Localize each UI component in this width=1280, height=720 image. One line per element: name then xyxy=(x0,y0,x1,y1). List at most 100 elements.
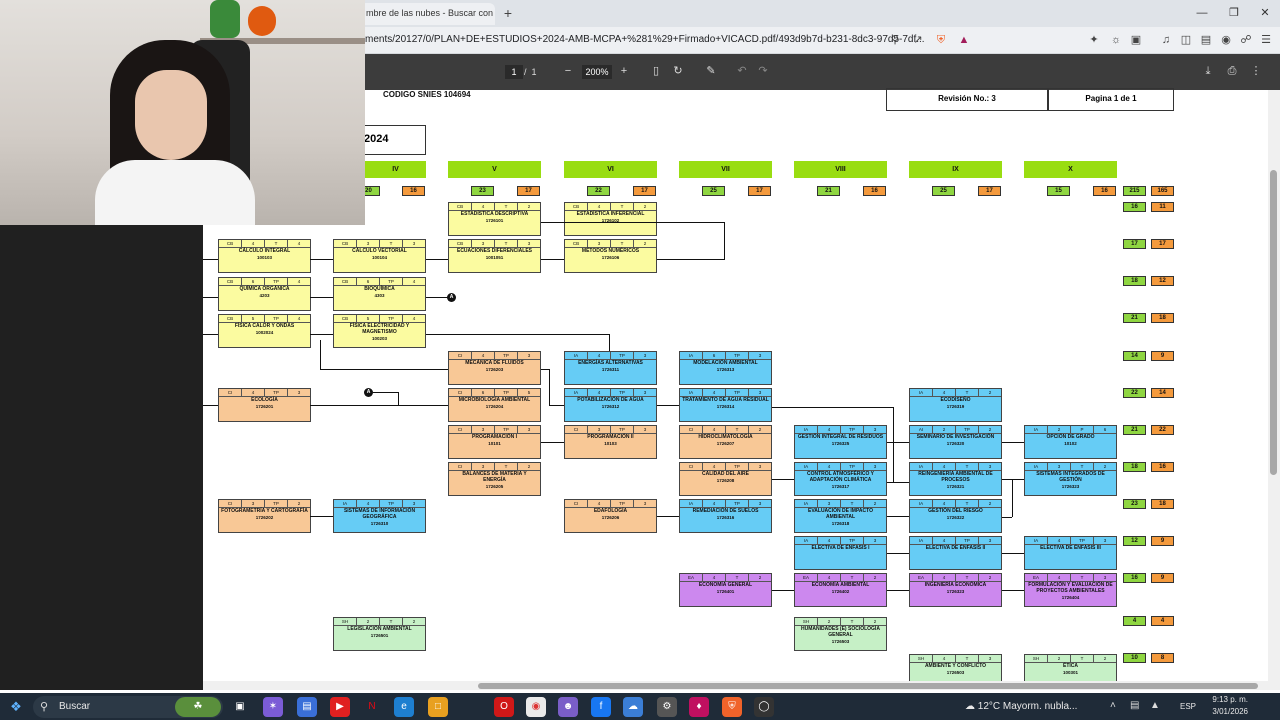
app-icon[interactable]: ⚙ xyxy=(657,697,677,717)
edge-icon[interactable]: e xyxy=(394,697,414,717)
network-icon[interactable]: ▤ xyxy=(1130,700,1139,711)
netflix-icon[interactable]: N xyxy=(362,697,382,717)
media-icon[interactable]: ♫ xyxy=(1158,32,1174,48)
course-attribute: CI xyxy=(565,500,588,507)
vpn-icon[interactable]: ◉ xyxy=(1218,32,1234,48)
course-code: 1726320 xyxy=(946,440,965,446)
app-icon[interactable]: ☁ xyxy=(623,697,643,717)
course-attribute: TP xyxy=(726,352,749,359)
sidebar-icon[interactable]: ◫ xyxy=(1178,32,1194,48)
course-box: CB 6 TP 4 QUÍMICA ORGÁNICA 4203 xyxy=(218,277,311,311)
leo-icon[interactable]: ☼ xyxy=(1108,32,1124,48)
annotate-icon[interactable]: ✎ xyxy=(703,63,719,79)
undo-icon[interactable]: ↶ xyxy=(734,63,750,79)
facebook-icon[interactable]: f xyxy=(591,697,611,717)
course-box: IA 4 T 2 GESTIÓN DEL RIESGO 1726322 xyxy=(909,499,1002,533)
tab-active[interactable]: mbre de las nubes - Buscar con G xyxy=(360,3,495,25)
page-number-input[interactable]: 1 xyxy=(505,65,523,79)
course-name: CÁLCULO INTEGRAL xyxy=(238,248,291,254)
course-attribute: 4 xyxy=(412,316,416,321)
new-tab-button[interactable]: + xyxy=(500,5,516,21)
rotate-icon[interactable]: ↻ xyxy=(670,63,686,79)
copilot-icon[interactable]: ✶ xyxy=(263,697,283,717)
course-attribute: CB xyxy=(565,240,588,247)
minimize-icon[interactable]: — xyxy=(1192,5,1212,21)
chrome-icon[interactable]: ◉ xyxy=(526,697,546,717)
weather-widget[interactable]: ☁ 12°C Mayorm. nubla... xyxy=(965,697,1077,717)
course-attribute: 4 xyxy=(297,241,301,246)
close-icon[interactable]: ✕ xyxy=(1255,5,1275,21)
course-box: CB 3 T 3 CÁLCULO VECTORIAL 100104 xyxy=(333,239,426,273)
semester-credits: 23 xyxy=(471,186,494,196)
horizontal-scroll-thumb[interactable] xyxy=(478,683,1258,689)
share-icon[interactable]: ↗ xyxy=(910,32,926,48)
zoom-level-input[interactable]: 200% xyxy=(582,65,612,79)
obs-icon[interactable]: ◯ xyxy=(754,697,774,717)
course-header: AI 2 TP 2 xyxy=(910,426,1001,434)
course-code: 1726317 xyxy=(831,483,850,489)
store-icon[interactable]: ▤ xyxy=(297,697,317,717)
restore-icon[interactable]: ❐ xyxy=(1224,5,1244,21)
vertical-scroll-thumb[interactable] xyxy=(1270,170,1277,475)
more-options-icon[interactable]: ⋮ xyxy=(1248,63,1264,79)
course-attribute: 4 xyxy=(703,389,726,396)
widgets-icon[interactable]: ☘ xyxy=(175,697,221,717)
wallet-icon[interactable]: ▤ xyxy=(1198,32,1214,48)
tray-chevron-icon[interactable]: ˄ xyxy=(1110,700,1116,711)
course-box: EA 4 T 3 FORMULACIÓN Y EVALUACIÓN DE PROYECT… xyxy=(1024,573,1117,607)
app-icon[interactable]: ♦ xyxy=(689,697,709,717)
url-text[interactable]: ments/20127/0/PLAN+DE+ESTUDIOS+2024-AMB-… xyxy=(365,34,925,45)
course-attribute: 3 xyxy=(297,390,301,395)
course-attribute: 2 xyxy=(988,575,992,580)
tab-search-icon[interactable]: ▣ xyxy=(1128,32,1144,48)
shield-icon[interactable]: ☍ xyxy=(1238,32,1254,48)
menu-icon[interactable]: ☰ xyxy=(1258,32,1274,48)
fit-page-icon[interactable]: ▯ xyxy=(648,63,664,79)
extension-icon[interactable]: ✦ xyxy=(1086,32,1102,48)
explorer-icon[interactable]: □ xyxy=(428,697,448,717)
course-attribute: 2 xyxy=(297,501,301,506)
course-attribute: 2 xyxy=(1103,656,1107,661)
discord-icon[interactable]: ☻ xyxy=(558,697,578,717)
semester-hours: 17 xyxy=(978,186,1001,196)
course-attribute: 2 xyxy=(873,575,877,580)
language-indicator[interactable]: ESP xyxy=(1180,697,1196,717)
course-attribute: 3 xyxy=(527,353,531,358)
zoom-out-icon[interactable]: − xyxy=(560,63,576,79)
course-code: 1726323 xyxy=(1061,483,1080,489)
course-header: CB 5 TP 4 xyxy=(219,315,310,323)
clock[interactable]: 9:13 p. m. 3/01/2026 xyxy=(1200,694,1248,718)
course-name: CÁLCULO VECTORIAL xyxy=(352,248,407,254)
course-attribute: T xyxy=(841,500,864,507)
brave-icon[interactable]: ⛨ xyxy=(722,697,742,717)
download-icon[interactable]: ⤓ xyxy=(1200,63,1216,79)
course-attribute: 2 xyxy=(527,204,531,209)
brave-rewards-icon[interactable]: ▲ xyxy=(956,32,972,48)
zoom-in-icon[interactable]: + xyxy=(616,63,632,79)
snies-code: CODIGO SNIES 104694 xyxy=(383,90,471,99)
windows-start-icon[interactable]: ❖ xyxy=(8,699,24,715)
course-attribute: 4 xyxy=(933,463,956,470)
course-box: IA 4 TP 3 TRATAMIENTO DE AGUA RESIDUAL 172631… xyxy=(679,388,772,422)
course-box: IA 4 TP 3 ELECTIVA DE ÉNFASIS III xyxy=(1024,536,1117,570)
course-name: EVALUACIÓN DE IMPACTO AMBIENTAL xyxy=(807,508,873,520)
course-header: IA 4 TP 3 xyxy=(795,537,886,545)
course-name: REMEDIACIÓN DE SUELOS xyxy=(692,508,759,514)
course-box: IA 4 TP 3 GESTIÓN INTEGRAL DE RESIDUOS 172632… xyxy=(794,425,887,459)
zoom-icon[interactable]: ⚲ xyxy=(887,32,903,48)
redo-icon[interactable]: ↷ xyxy=(755,63,771,79)
task-view-icon[interactable]: ▣ xyxy=(230,697,250,717)
course-code: 1726501 xyxy=(370,632,389,638)
brave-shield-icon[interactable]: ⛨ xyxy=(933,32,949,48)
print-icon[interactable]: ⎙ xyxy=(1224,63,1240,79)
course-attribute: IA xyxy=(910,537,933,544)
volume-icon[interactable]: ▲ xyxy=(1150,700,1160,711)
course-attribute: IA xyxy=(910,389,933,396)
youtube-icon[interactable]: ▶ xyxy=(330,697,350,717)
course-header: CI 4 T 2 xyxy=(680,426,771,434)
course-attribute: T xyxy=(841,618,864,625)
opera-icon[interactable]: O xyxy=(494,697,514,717)
course-name: FÍSICA CALOR Y ONDAS xyxy=(234,323,295,329)
course-box: CI 4 TP 3 CALIDAD DEL AIRE 1726208 xyxy=(679,462,772,496)
arrow-line xyxy=(893,407,894,482)
